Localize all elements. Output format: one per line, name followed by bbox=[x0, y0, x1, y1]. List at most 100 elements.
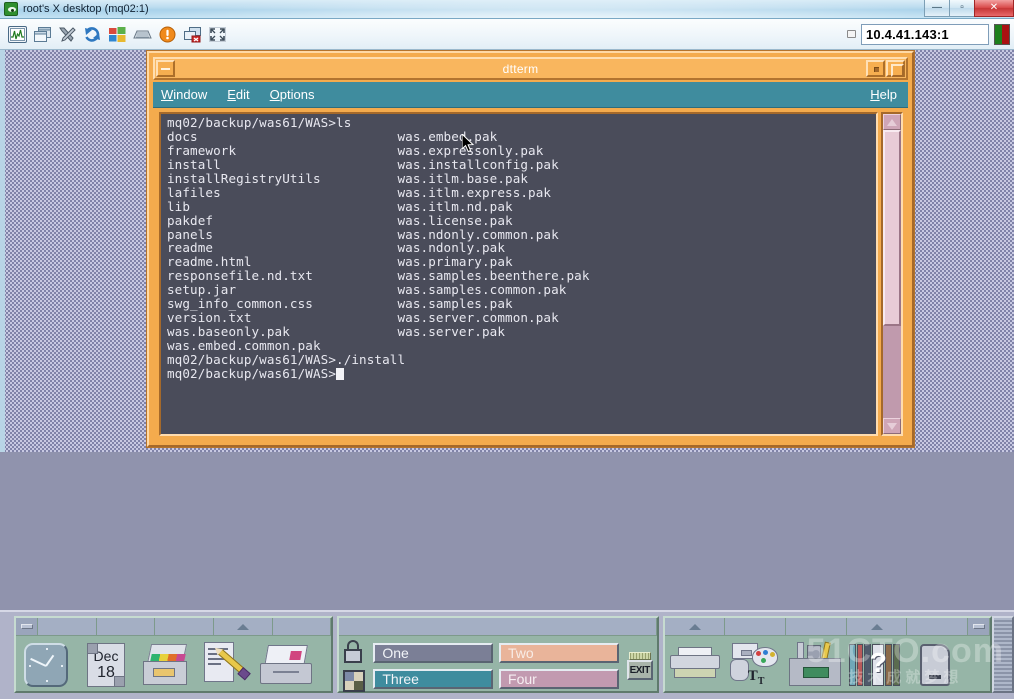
dtterm-minimize-button[interactable] bbox=[866, 60, 885, 77]
panel-resize-handle[interactable] bbox=[992, 616, 1014, 693]
desktop-left-edge bbox=[0, 50, 5, 452]
front-panel-switch-section: One Two Three Four EXIT bbox=[337, 616, 659, 696]
menu-window[interactable]: Window bbox=[161, 87, 207, 102]
minimize-glyph: — bbox=[932, 2, 942, 13]
address-field[interactable]: 10.4.41.143:1 bbox=[861, 23, 989, 45]
trash-icon[interactable] bbox=[905, 636, 965, 694]
subpanel-trash[interactable] bbox=[907, 618, 969, 636]
subpanel-printer-arrow[interactable] bbox=[664, 618, 726, 636]
subpanel-file-manager[interactable] bbox=[155, 618, 215, 636]
application-manager-icon[interactable] bbox=[785, 636, 845, 694]
workspace-button-three[interactable]: Three bbox=[373, 669, 494, 689]
scrollbar-track[interactable] bbox=[883, 130, 901, 418]
terminal-line: mq02/backup/was61/WAS>ls bbox=[167, 115, 352, 130]
terminal-line: swg_info_common.css was.samples.pak bbox=[167, 296, 513, 312]
panel-handle-left[interactable] bbox=[16, 618, 38, 636]
tools-icon[interactable] bbox=[57, 24, 77, 44]
connection-dot-icon bbox=[847, 30, 856, 38]
subpanel-text-editor-arrow[interactable] bbox=[214, 618, 273, 636]
terminal-line: installRegistryUtils was.itlm.base.pak bbox=[167, 170, 529, 186]
status-led-icon bbox=[994, 23, 1010, 45]
file-manager-icon[interactable] bbox=[136, 636, 196, 694]
terminal-screen[interactable]: mq02/backup/was61/WAS>ls docs was.embed.p… bbox=[161, 114, 876, 434]
subpanel-application-manager[interactable] bbox=[786, 618, 847, 636]
scrollbar-thumb[interactable] bbox=[883, 130, 901, 326]
screen-root: root's X desktop (mq02:1) — ▫ ✕ 10.4.41.… bbox=[0, 0, 1014, 699]
panel-handle-right[interactable] bbox=[968, 618, 991, 636]
style-manager-icon[interactable]: TT bbox=[725, 636, 785, 694]
alert-icon[interactable] bbox=[157, 24, 177, 44]
left-subpanel-row bbox=[16, 618, 332, 636]
exit-button[interactable]: EXIT bbox=[626, 660, 653, 680]
terminal-line: lib was.itlm.nd.pak bbox=[167, 198, 513, 214]
keyboard-icon[interactable] bbox=[132, 24, 152, 44]
scroll-down-arrow-icon[interactable] bbox=[883, 418, 901, 434]
text-editor-icon[interactable] bbox=[196, 636, 256, 694]
terminal-line: framework was.expressonly.pak bbox=[167, 142, 544, 158]
dtterm-window[interactable]: dtterm Window Edit Options Help mq02/bac… bbox=[146, 50, 915, 448]
lock-icon[interactable] bbox=[343, 640, 365, 664]
window-controls: — ▫ ✕ bbox=[924, 0, 1014, 18]
menu-help[interactable]: Help bbox=[870, 87, 897, 102]
right-icon-row: TT ? bbox=[665, 636, 990, 694]
terminal-line: readme.html was.primary.pak bbox=[167, 254, 513, 270]
viewer-title: root's X desktop (mq02:1) bbox=[23, 3, 149, 15]
switch-right-controls: EXIT bbox=[623, 652, 657, 680]
terminal-prompt: mq02/backup/was61/WAS> bbox=[167, 365, 337, 381]
switch-left-controls bbox=[339, 640, 369, 692]
maximize-button[interactable]: ▫ bbox=[949, 0, 975, 17]
printer-icon[interactable] bbox=[665, 636, 725, 694]
scroll-up-arrow-icon[interactable] bbox=[883, 114, 901, 130]
menu-options[interactable]: Options bbox=[270, 87, 315, 102]
start-menu-icon[interactable] bbox=[107, 24, 127, 44]
subpanel-mailer[interactable] bbox=[272, 618, 332, 636]
subpanel-calendar[interactable] bbox=[96, 618, 156, 636]
switch-subpanel-spacer bbox=[339, 618, 657, 636]
mailer-icon[interactable] bbox=[256, 636, 316, 694]
terminal-line: readme was.ndonly.pak bbox=[167, 240, 506, 256]
eye-icon bbox=[4, 2, 18, 16]
terminal-cursor bbox=[336, 367, 345, 380]
disconnect-icon[interactable] bbox=[182, 24, 202, 44]
busy-light-icon[interactable] bbox=[628, 652, 651, 660]
dtterm-titlebar[interactable]: dtterm bbox=[153, 57, 908, 80]
subpanel-style-manager[interactable] bbox=[725, 618, 787, 636]
switch-row: One Two Three Four EXIT bbox=[339, 636, 656, 696]
front-panel-left-section: Dec 18 bbox=[14, 616, 334, 694]
maximize-glyph: ▫ bbox=[960, 2, 964, 13]
dtterm-maximize-button[interactable] bbox=[886, 60, 905, 77]
close-glyph: ✕ bbox=[989, 2, 999, 13]
minimize-button[interactable]: — bbox=[924, 0, 950, 17]
menu-window-rest: indow bbox=[173, 87, 208, 102]
subpanel-clock[interactable] bbox=[38, 618, 97, 636]
cde-front-panel: Dec 18 One Two Three Four EXIT TT ? bbox=[0, 610, 1014, 699]
help-manager-icon[interactable]: ? bbox=[845, 636, 905, 694]
terminal-line: docs was.embed.pak bbox=[167, 128, 498, 144]
terminal-line: panels was.ndonly.common.pak bbox=[167, 226, 559, 242]
terminal-scrollbar[interactable] bbox=[881, 112, 903, 436]
terminal-line: version.txt was.server.common.pak bbox=[167, 310, 559, 326]
fullscreen-icon[interactable] bbox=[207, 24, 227, 44]
terminal-line: was.baseonly.pak was.server.pak bbox=[167, 324, 506, 340]
dtterm-frame: dtterm Window Edit Options Help mq02/bac… bbox=[147, 51, 914, 447]
front-panel-right-section: TT ? bbox=[662, 616, 993, 694]
window-menu-button[interactable] bbox=[156, 60, 175, 77]
close-button[interactable]: ✕ bbox=[974, 0, 1014, 17]
clock-icon[interactable] bbox=[16, 636, 76, 694]
menu-edit[interactable]: Edit bbox=[227, 87, 249, 102]
right-subpanel-row bbox=[664, 618, 991, 636]
refresh-icon[interactable] bbox=[82, 24, 102, 44]
workspace-button-one[interactable]: One bbox=[373, 643, 494, 663]
subpanel-help-arrow[interactable] bbox=[846, 618, 908, 636]
dtterm-body: mq02/backup/was61/WAS>ls docs was.embed.p… bbox=[153, 108, 908, 440]
menu-help-rest: elp bbox=[879, 87, 897, 102]
workspace-grid-icon[interactable] bbox=[343, 670, 366, 692]
workspace-button-four[interactable]: Four bbox=[499, 669, 619, 689]
windows-copy-icon[interactable] bbox=[32, 24, 52, 44]
switch-subpanel-row bbox=[339, 618, 657, 636]
workspace-buttons: One Two Three Four bbox=[369, 636, 622, 696]
calendar-icon[interactable]: Dec 18 bbox=[76, 636, 136, 694]
calendar-month: Dec bbox=[93, 648, 119, 664]
monitor-graph-icon[interactable] bbox=[7, 24, 27, 44]
workspace-button-two[interactable]: Two bbox=[499, 643, 619, 663]
